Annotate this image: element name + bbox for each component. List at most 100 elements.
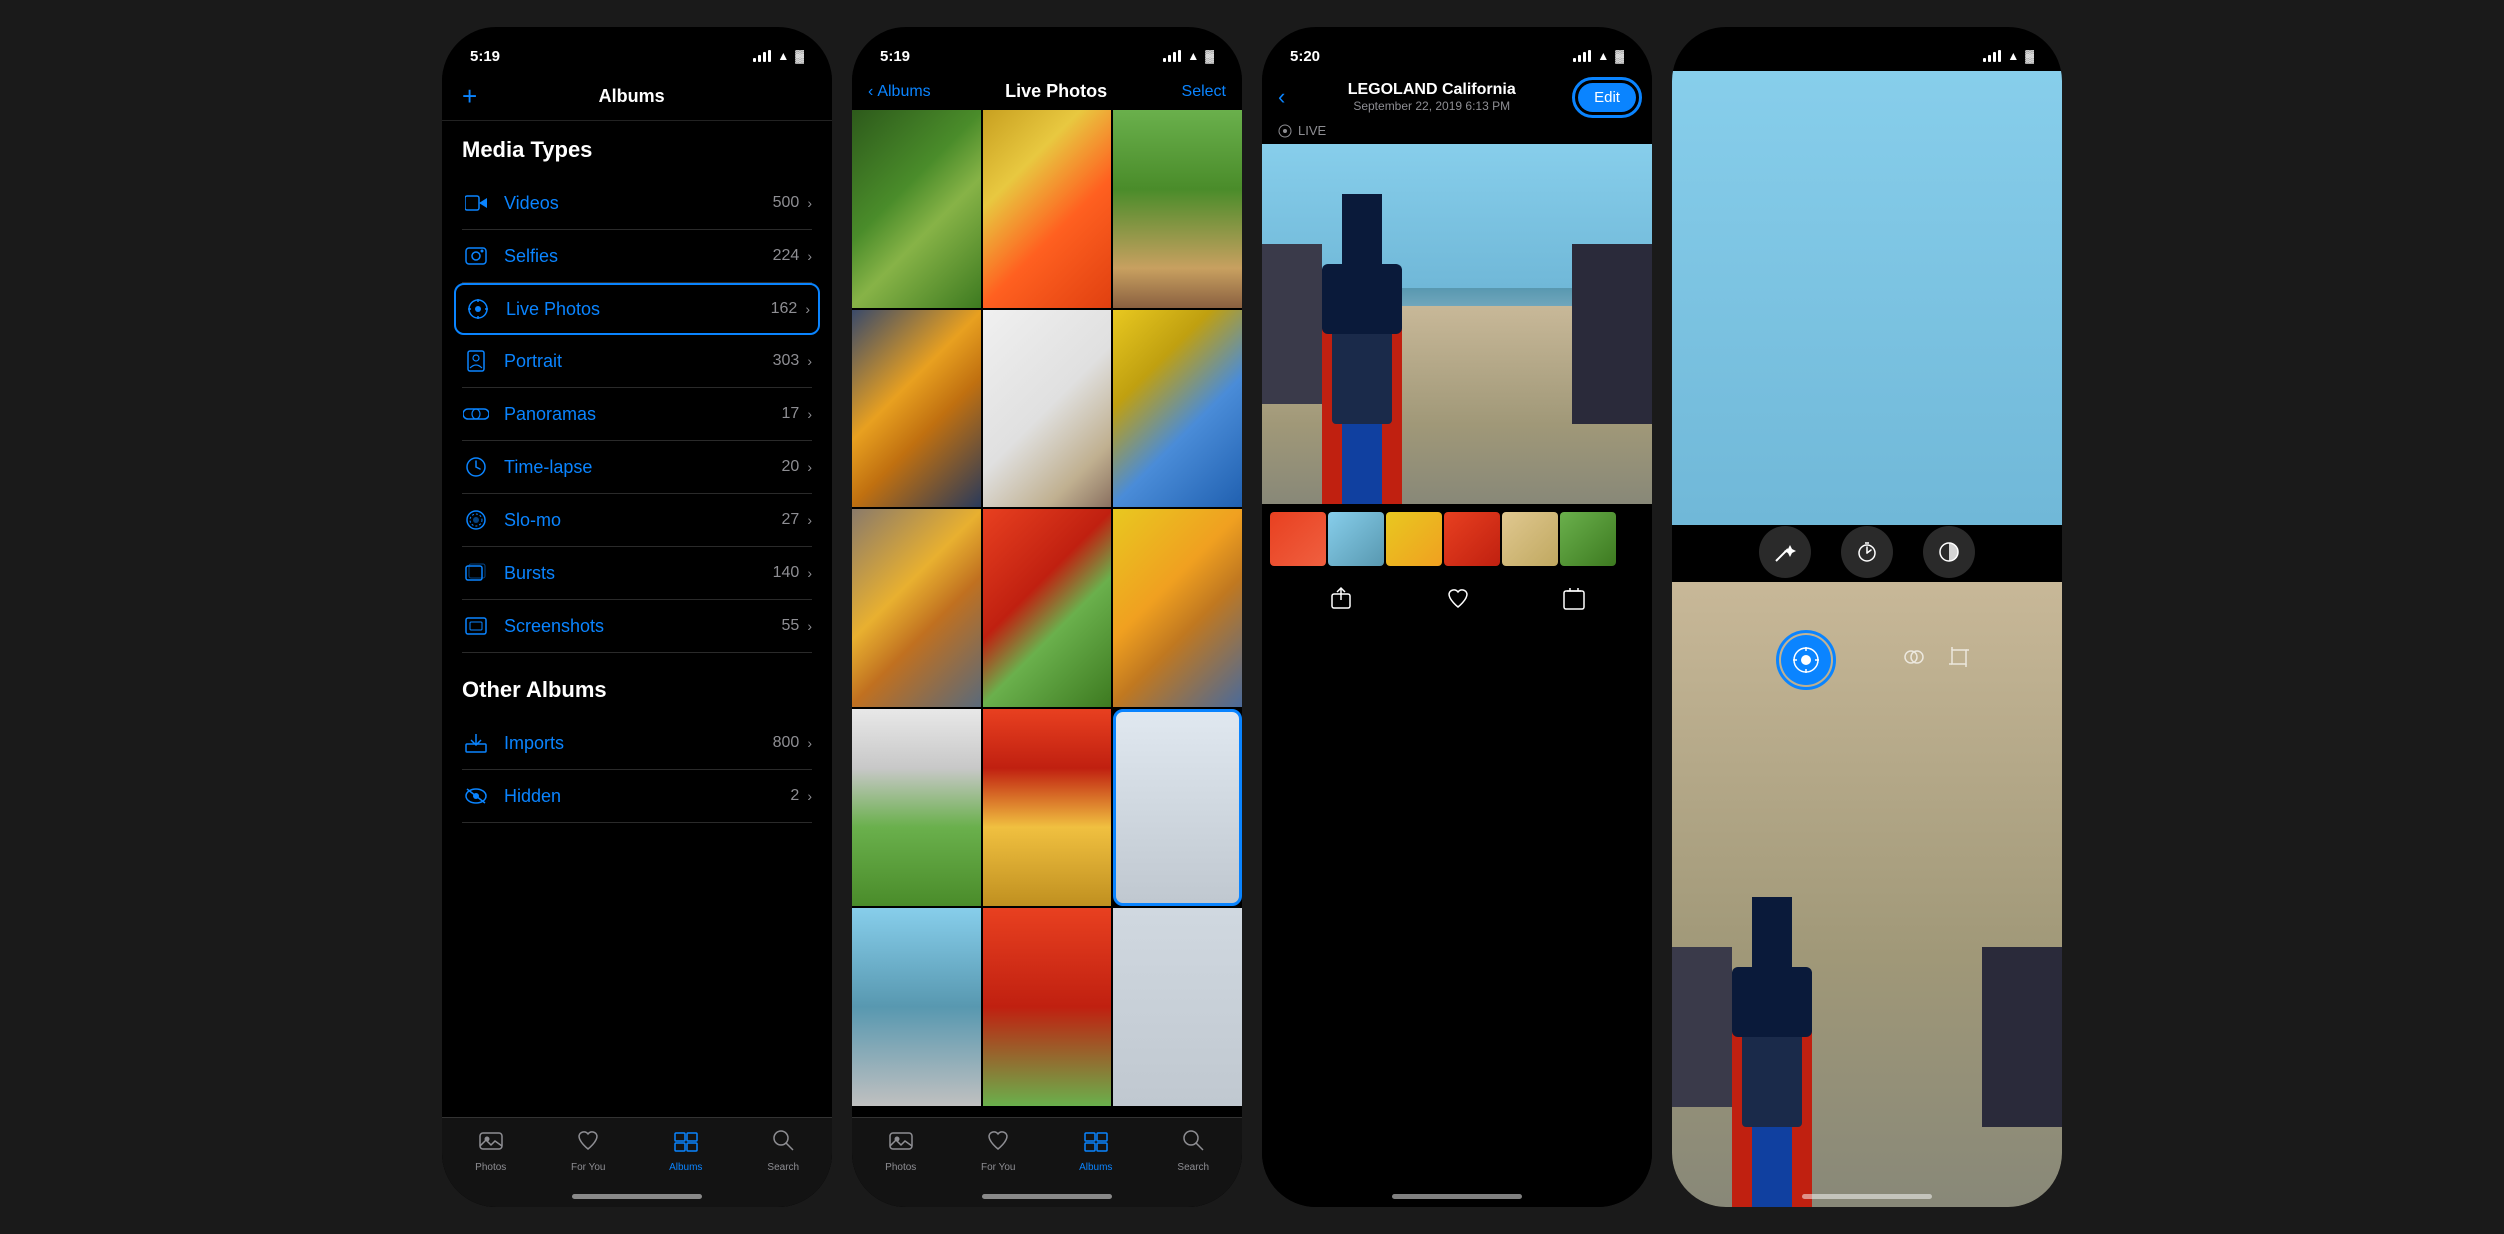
film-thumb-1[interactable] <box>1270 512 1326 566</box>
p2-screen: ‹ Albums Live Photos Select <box>852 71 1242 1207</box>
album-row-videos[interactable]: Videos 500 › <box>462 177 812 230</box>
portrait-label: Portrait <box>504 351 773 372</box>
favorite-button[interactable] <box>1446 586 1470 616</box>
p2-nav: ‹ Albums Live Photos Select <box>852 71 1242 110</box>
p4-live-btn-wrapper[interactable] <box>1776 630 1836 690</box>
tab-search-2[interactable]: Search <box>1145 1128 1243 1173</box>
imports-chevron: › <box>807 735 812 751</box>
video-icon <box>462 189 490 217</box>
p4-color-button[interactable] <box>1923 526 1975 578</box>
battery-icon-3: ▓ <box>1615 49 1624 63</box>
share-button[interactable] <box>1329 586 1353 616</box>
p4-filter-button[interactable] <box>1903 646 1925 674</box>
p4-timer-button[interactable] <box>1841 526 1893 578</box>
p2-back-label: Albums <box>877 83 930 101</box>
portrait-count: 303 <box>773 352 800 370</box>
photo-cell-8[interactable] <box>983 509 1112 707</box>
album-row-hidden[interactable]: Hidden 2 › <box>462 770 812 823</box>
tab-search-1[interactable]: Search <box>735 1128 833 1173</box>
p4-robot <box>1722 907 1822 1127</box>
album-row-slomo[interactable]: Slo-mo 27 › <box>462 494 812 547</box>
photo-cell-9[interactable] <box>1113 509 1242 707</box>
robot-body <box>1332 324 1392 424</box>
photo-cell-1[interactable] <box>852 110 981 308</box>
media-types-heading: Media Types <box>462 137 812 163</box>
photo-cell-5[interactable] <box>983 310 1112 508</box>
tab-albums-label-2: Albums <box>1079 1162 1112 1173</box>
tab-albums-2[interactable]: Albums <box>1047 1128 1145 1173</box>
p4-live-ring <box>1776 630 1836 690</box>
portrait-icon <box>462 347 490 375</box>
photo-cell-selected[interactable] <box>1113 709 1242 907</box>
photo-cell-14[interactable] <box>983 908 1112 1106</box>
slomo-icon <box>462 506 490 534</box>
p2-back-button[interactable]: ‹ Albums <box>868 83 931 101</box>
wifi-icon-3: ▲ <box>1597 49 1609 63</box>
p4-live-icon <box>1792 646 1820 674</box>
photo-cell-7[interactable] <box>852 509 981 707</box>
tab-foryou-2[interactable]: For You <box>950 1128 1048 1173</box>
p3-back-button[interactable]: ‹ <box>1278 84 1285 110</box>
album-row-panoramas[interactable]: Panoramas 17 › <box>462 388 812 441</box>
film-thumb-2[interactable] <box>1328 512 1384 566</box>
bursts-chevron: › <box>807 565 812 581</box>
album-row-portrait[interactable]: Portrait 303 › <box>462 335 812 388</box>
home-indicator-1 <box>572 1194 702 1199</box>
tab-search-label-2: Search <box>1177 1162 1209 1173</box>
p3-bottom-bar <box>1262 574 1652 628</box>
p2-select-button[interactable]: Select <box>1182 83 1226 101</box>
status-time-3: 5:20 <box>1290 48 1320 65</box>
album-row-timelapse[interactable]: Time-lapse 20 › <box>462 441 812 494</box>
wifi-icon-4: ▲ <box>2007 49 2019 63</box>
signal-icon <box>753 50 771 62</box>
tab-foryou-1[interactable]: For You <box>540 1128 638 1173</box>
p4-crop-button[interactable] <box>1948 646 1970 674</box>
album-row-bursts[interactable]: Bursts 140 › <box>462 547 812 600</box>
delete-button[interactable] <box>1563 586 1585 616</box>
album-row-live-photos[interactable]: Live Photos 162 › <box>454 283 820 335</box>
status-time-1: 5:19 <box>470 48 500 65</box>
p4-wand-button[interactable] <box>1759 526 1811 578</box>
film-thumb-5[interactable] <box>1502 512 1558 566</box>
tab-foryou-label-1: For You <box>571 1162 605 1173</box>
tab-photos-2[interactable]: Photos <box>852 1128 950 1173</box>
timelapse-chevron: › <box>807 459 812 475</box>
album-row-selfies[interactable]: Selfies 224 › <box>462 230 812 283</box>
photo-cell-3[interactable] <box>1113 110 1242 308</box>
tab-photos-1[interactable]: Photos <box>442 1128 540 1173</box>
lego-robot <box>1312 204 1412 424</box>
photo-cell-4[interactable] <box>852 310 981 508</box>
add-button[interactable]: + <box>462 81 477 112</box>
p3-edit-button[interactable]: Edit <box>1578 83 1636 112</box>
film-thumb-4[interactable] <box>1444 512 1500 566</box>
album-row-screenshots[interactable]: Screenshots 55 › <box>462 600 812 653</box>
selfies-chevron: › <box>807 248 812 264</box>
p3-title-block: LEGOLAND California September 22, 2019 6… <box>1348 81 1516 113</box>
photo-cell-6[interactable] <box>1113 310 1242 508</box>
film-thumb-6[interactable] <box>1560 512 1616 566</box>
notch-2 <box>972 27 1122 57</box>
notch-1 <box>562 27 712 57</box>
status-time-2: 5:19 <box>880 48 910 65</box>
p4-sky <box>1672 71 2062 525</box>
screenshots-chevron: › <box>807 618 812 634</box>
photo-cell-15[interactable] <box>1113 908 1242 1106</box>
photo-cell-13[interactable] <box>852 908 981 1106</box>
tab-photos-label-1: Photos <box>475 1162 506 1173</box>
film-thumb-3[interactable] <box>1386 512 1442 566</box>
p3-photo-title: LEGOLAND California <box>1348 81 1516 99</box>
photo-cell-11[interactable] <box>983 709 1112 907</box>
wifi-icon-2: ▲ <box>1187 49 1199 63</box>
photo-cell-2[interactable] <box>983 110 1112 308</box>
timelapse-icon <box>462 453 490 481</box>
robot-arm <box>1342 194 1382 274</box>
videos-count: 500 <box>773 194 800 212</box>
imports-count: 800 <box>773 734 800 752</box>
p3-main-photo[interactable] <box>1262 144 1652 504</box>
p3-nav: ‹ LEGOLAND California September 22, 2019… <box>1262 71 1652 117</box>
signal-icon-4 <box>1983 50 2001 62</box>
photo-cell-10[interactable] <box>852 709 981 907</box>
building-right <box>1572 244 1652 424</box>
tab-albums-1[interactable]: Albums <box>637 1128 735 1173</box>
album-row-imports[interactable]: Imports 800 › <box>462 717 812 770</box>
